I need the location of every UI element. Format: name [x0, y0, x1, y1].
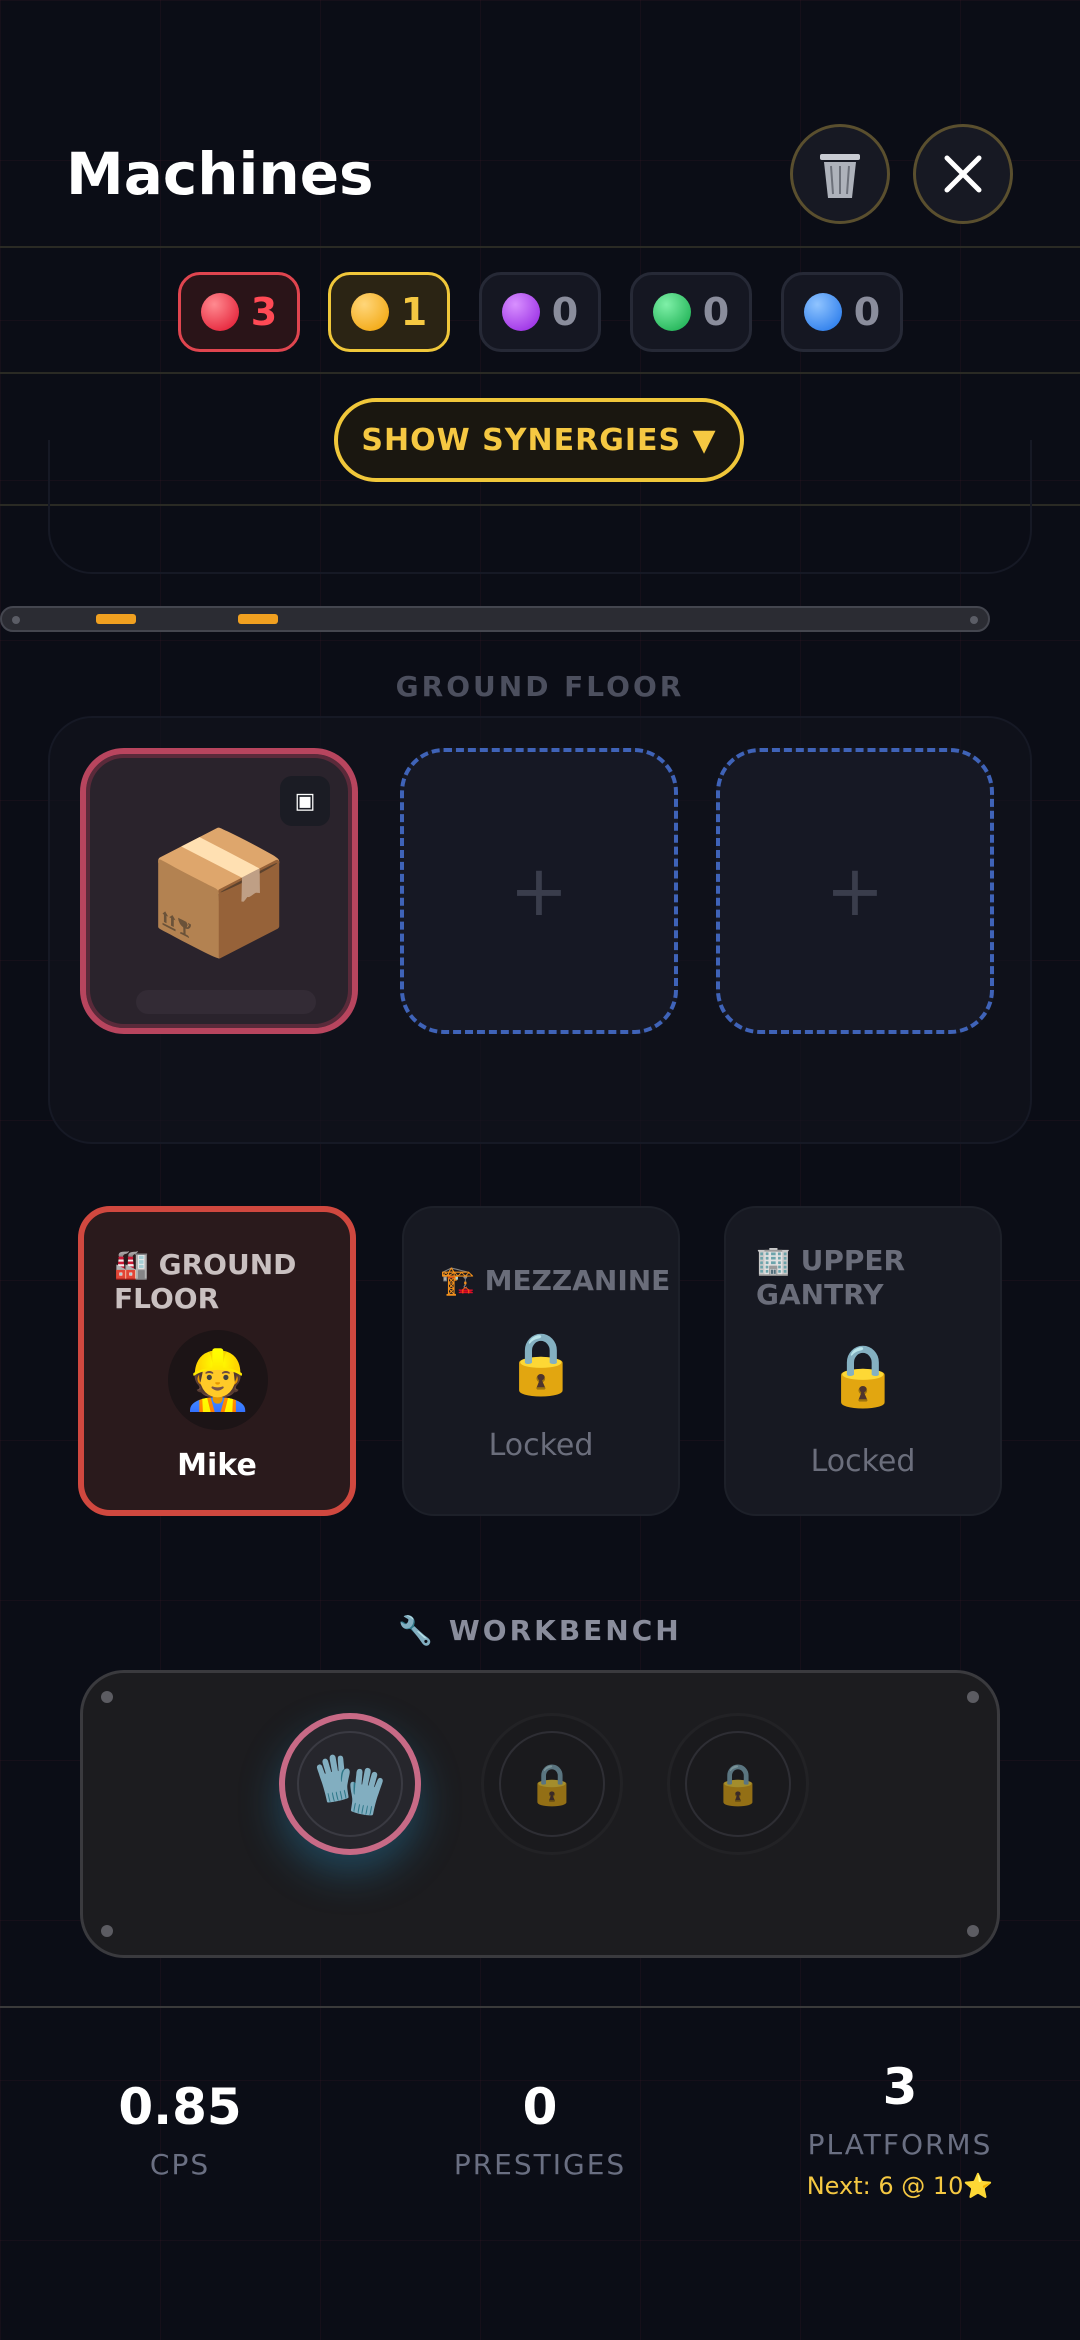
- chip-count: 0: [853, 290, 881, 334]
- plus-icon: +: [825, 850, 885, 932]
- bolt: [970, 616, 978, 624]
- floor-name: 🏗️ MEZZANINE: [440, 1264, 671, 1297]
- tool-slot-gloves[interactable]: 🧤: [279, 1713, 421, 1855]
- prestiges-label: PRESTIGES: [453, 2148, 627, 2181]
- cps-label: CPS: [149, 2148, 211, 2181]
- rivet: [101, 1691, 113, 1703]
- chip-green[interactable]: 0: [630, 272, 752, 352]
- trash-button[interactable]: [790, 124, 890, 224]
- lock-icon: 🔒: [825, 1341, 901, 1411]
- tool-ring: [297, 1731, 403, 1837]
- locked-label: Locked: [488, 1428, 594, 1463]
- red-orb-icon: [200, 293, 239, 331]
- divider: [0, 372, 1080, 374]
- factory-icon: 🏭: [114, 1248, 149, 1281]
- footer-divider: [0, 2006, 1080, 2008]
- floor-card-mezzanine[interactable]: 🏗️ MEZZANINE 🔒 Locked: [402, 1206, 680, 1516]
- platforms-next: Next: 6 @ 10⭐: [806, 2172, 994, 2200]
- chip-count: 1: [400, 290, 428, 334]
- package-icon: 📦: [144, 824, 294, 963]
- workbench-panel: 🧤 🔒 🔒: [80, 1670, 1000, 1958]
- platforms-label: PLATFORMS: [807, 2128, 993, 2161]
- wastebasket-icon: [820, 154, 860, 198]
- chip-count: 3: [250, 290, 278, 334]
- upper-floor-box-edge: [48, 440, 1032, 574]
- crane-icon: 🏗️: [440, 1264, 475, 1297]
- lock-icon: 🔒: [503, 1329, 579, 1399]
- tool-ring: [685, 1731, 791, 1837]
- conveyor-item: [238, 614, 278, 624]
- rivet: [967, 1925, 979, 1937]
- green-orb-icon: [652, 293, 691, 331]
- chip-red[interactable]: 3: [178, 272, 300, 352]
- locked-label: Locked: [810, 1444, 916, 1479]
- chip-count: 0: [702, 290, 730, 334]
- machine-slot-filled[interactable]: ▣ 📦: [80, 748, 358, 1034]
- floor-name: 🏢 UPPER GANTRY: [756, 1244, 906, 1311]
- chip-yellow[interactable]: 1: [328, 272, 450, 352]
- plus-icon: +: [509, 850, 569, 932]
- tool-slot-locked[interactable]: 🔒: [667, 1713, 809, 1855]
- workbench-label: 🔧 WORKBENCH: [398, 1614, 682, 1647]
- purple-orb-icon: [501, 293, 540, 331]
- close-button[interactable]: [913, 124, 1013, 224]
- close-icon: [944, 155, 982, 193]
- chip-purple[interactable]: 0: [479, 272, 601, 352]
- tool-slot-locked[interactable]: 🔒: [481, 1713, 623, 1855]
- slot-shadow: [136, 990, 316, 1014]
- floor-card-ground[interactable]: 🏭 GROUND FLOOR 👷 Mike: [78, 1206, 356, 1516]
- yellow-orb-icon: [350, 293, 389, 331]
- machine-slot-empty[interactable]: +: [400, 748, 678, 1034]
- chip-blue[interactable]: 0: [781, 272, 903, 352]
- floor-card-upper-gantry[interactable]: 🏢 UPPER GANTRY 🔒 Locked: [724, 1206, 1002, 1516]
- floor-name: 🏭 GROUND FLOOR: [114, 1248, 297, 1315]
- conveyor-belt: [0, 606, 990, 632]
- chip-count: 0: [551, 290, 579, 334]
- page-title: Machines: [66, 140, 374, 208]
- machine-slot-empty[interactable]: +: [716, 748, 994, 1034]
- rivet: [967, 1691, 979, 1703]
- divider: [0, 246, 1080, 248]
- cps-value: 0.85: [118, 2078, 242, 2136]
- blue-orb-icon: [803, 293, 842, 331]
- platforms-value: 3: [882, 2058, 918, 2116]
- conveyor-item: [96, 614, 136, 624]
- prestiges-value: 0: [522, 2078, 558, 2136]
- worker-avatar: 👷: [168, 1330, 268, 1430]
- bolt: [12, 616, 20, 624]
- floor-section-label: GROUND FLOOR: [395, 670, 685, 703]
- tool-ring: [499, 1731, 605, 1837]
- worker-name: Mike: [177, 1448, 257, 1483]
- rivet: [101, 1925, 113, 1937]
- office-building-icon: 🏢: [756, 1244, 791, 1277]
- expand-icon[interactable]: ▣: [280, 776, 330, 826]
